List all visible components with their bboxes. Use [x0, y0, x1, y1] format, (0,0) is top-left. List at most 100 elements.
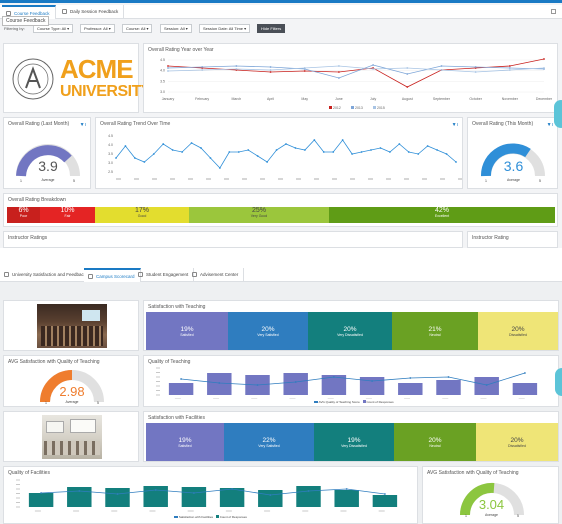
avg-facilities-panel: AVG Satisfaction with Quality of Teachin… [422, 466, 559, 524]
sat-facilities-segment[interactable]: 20% Dissatisfied [476, 423, 558, 461]
data-point [371, 380, 373, 382]
tab-advisement-center[interactable]: Advisement Center [188, 268, 245, 282]
data-point [440, 65, 443, 67]
data-point [162, 143, 165, 145]
dashboard-icon [138, 272, 143, 277]
sat-teaching-bar: 19% Satisfied 20% Very Satisfied 20% Very D… [146, 312, 558, 350]
filter-session[interactable]: Session: All ▾ [160, 24, 192, 33]
filter-icon[interactable]: ▼ı [80, 122, 86, 128]
data-point [247, 149, 250, 151]
data-point [256, 384, 259, 386]
sat-facilities-bar: 19% Satisfied 22% Very Satisfied 19% Very D… [146, 423, 558, 461]
segment-label: Dissatisfied [508, 444, 526, 448]
breakdown-segment-poor[interactable]: 6% Poor [7, 207, 40, 223]
segment-pct: 19% [178, 437, 192, 444]
data-point [436, 149, 439, 151]
data-point [351, 153, 354, 155]
side-handle[interactable] [554, 100, 562, 128]
filter-session-date[interactable]: Session Date: All Time ▾ [199, 24, 251, 33]
breakdown-segment-very-good[interactable]: 25% Very Good [189, 207, 329, 223]
quality-facilities-chart [16, 479, 398, 512]
hide-filters-button[interactable]: Hide Filters [257, 24, 286, 33]
breakdown-segment-good[interactable]: 17% Good [95, 207, 189, 223]
trend-panel: Overall Rating Trend Over Time ▼ı 4.5 4.0… [95, 117, 463, 189]
gauge-min: 1 [465, 514, 467, 518]
legend-swatch [329, 106, 332, 109]
filter-professor[interactable]: Professor: All ▾ [80, 24, 115, 33]
x-tick-label: December [536, 97, 553, 101]
chart-bar [398, 383, 423, 395]
sat-facilities-segment[interactable]: 20% Neutral [394, 423, 476, 461]
data-point [180, 378, 182, 380]
avg-teaching-panel: AVG Satisfaction with Quality of Teachin… [3, 355, 139, 407]
series-line [167, 58, 545, 88]
sat-teaching-segment[interactable]: 20% Very Dissatisfied [308, 312, 392, 350]
data-point [338, 65, 340, 67]
x-tick-label: February [195, 97, 209, 101]
filter-icon[interactable]: ▼ı [547, 122, 553, 128]
tab-label: Student Engagement [146, 272, 189, 277]
x-tick-label: October [469, 97, 482, 101]
data-point [266, 161, 269, 163]
sat-teaching-segment[interactable]: 19% Satisfied [146, 312, 228, 350]
data-point [181, 151, 184, 153]
sat-teaching-segment[interactable]: 21% Neutral [392, 312, 478, 350]
data-point [307, 490, 310, 492]
data-point [333, 376, 335, 378]
screenshot-divider [0, 248, 562, 268]
data-point [256, 155, 259, 157]
gauge-value: 3.04 [478, 497, 505, 512]
data-point [379, 147, 382, 149]
sat-teaching-segment[interactable]: 20% Very Satisfied [228, 312, 308, 350]
data-point [115, 157, 117, 159]
segment-label: Very Good [250, 214, 268, 218]
x-tick-label: August [402, 97, 413, 101]
side-handle[interactable] [555, 368, 562, 396]
top-tab-bar: Course Feedback Daily Session Feedback [0, 5, 562, 19]
data-point [201, 69, 204, 71]
data-point [193, 492, 195, 494]
data-point [294, 381, 297, 383]
logo-acme: ACME [60, 54, 134, 84]
breakdown-segment-fair[interactable]: 10% Fair [40, 207, 95, 223]
chart-bar [283, 373, 308, 395]
tab-university-satisfaction[interactable]: University Satisfaction and Feedback [0, 268, 93, 282]
data-point [474, 66, 477, 68]
sat-facilities-segment[interactable]: 19% Satisfied [146, 423, 224, 461]
filter-course[interactable]: Course: All ▾ [122, 24, 153, 33]
x-tick-label: November [502, 97, 519, 101]
segment-pct: 19% [180, 326, 194, 333]
sat-teaching-panel: Satisfaction with Teaching 19% Satisfied … [143, 300, 559, 351]
sat-facilities-segment[interactable]: 22% Very Satisfied [224, 423, 314, 461]
legend-swatch [215, 515, 219, 518]
quality-facilities-title: Quality of Facilities [8, 470, 50, 476]
tab-daily-session-feedback[interactable]: Daily Session Feedback [58, 5, 125, 19]
top-dashboard: Course Feedback Daily Session Feedback C… [0, 0, 562, 248]
chart-bar [359, 377, 385, 395]
data-point [167, 65, 169, 67]
y-tick-label: 3.0 [160, 90, 165, 94]
sat-facilities-segment[interactable]: 19% Very Dissatisfied [314, 423, 394, 461]
chart-bar [105, 488, 130, 507]
average-line [181, 372, 526, 386]
sat-facilities-panel: Satisfaction with Facilities 19% Satisfie… [143, 411, 559, 462]
expand-icon[interactable] [551, 9, 556, 14]
segment-pct: 20% [510, 437, 524, 444]
sat-teaching-segment[interactable]: 20% Dissatisfied [478, 312, 558, 350]
gauge-value: 3.6 [503, 158, 524, 174]
data-point [338, 77, 340, 79]
segment-label: Fair [64, 214, 71, 218]
chart-bar [181, 487, 207, 507]
data-point [332, 151, 335, 153]
tab-tooltip: Course Feedback [2, 16, 50, 26]
classroom-photo-panel [3, 300, 139, 351]
data-point [200, 147, 202, 149]
tab-student-engagement[interactable]: Student Engagement [134, 268, 195, 282]
avg-teaching-title: AVG Satisfaction with Quality of Teachin… [8, 359, 100, 365]
breakdown-segment-excellent[interactable]: 42% Excellent [329, 207, 555, 223]
segment-label: Satisfied [178, 444, 192, 448]
data-point [167, 70, 169, 72]
chart-bar [372, 495, 398, 507]
tab-campus-scorecard[interactable]: Campus Scorecard [84, 268, 141, 282]
chart-bar [28, 493, 54, 507]
